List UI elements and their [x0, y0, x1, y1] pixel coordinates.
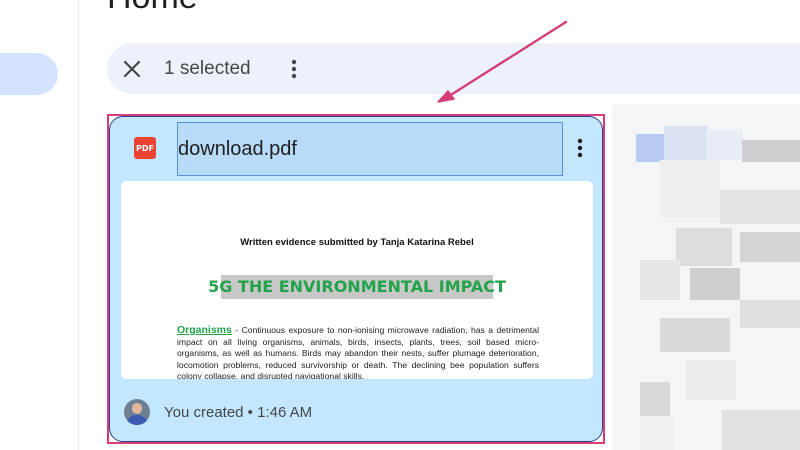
selection-more-actions-button[interactable]: [278, 53, 310, 85]
file-card[interactable]: PDF download.pdf Written evidence submit…: [109, 116, 603, 442]
more-vert-icon: [291, 59, 297, 79]
owner-timestamp: You created • 1:46 AM: [164, 403, 313, 421]
selected-count: 1 selected: [164, 58, 251, 79]
document-body: Organisms - Continuous exposure to non-i…: [177, 324, 539, 379]
avatar-icon: [124, 399, 150, 425]
file-name[interactable]: download.pdf: [178, 138, 297, 161]
sidebar-divider: [78, 0, 79, 450]
owner-row: You created • 1:46 AM: [124, 399, 312, 425]
document-keyword: Organisms: [177, 324, 232, 336]
close-icon: [123, 60, 141, 78]
file-preview[interactable]: Written evidence submitted by Tanja Kata…: [121, 181, 593, 379]
document-heading: Written evidence submitted by Tanja Kata…: [240, 237, 474, 248]
more-vert-icon: [577, 138, 583, 158]
pdf-icon: PDF: [134, 137, 156, 159]
sidebar-item-active[interactable]: [0, 53, 58, 95]
clear-selection-button[interactable]: [116, 53, 148, 85]
page-title: Home: [107, 0, 198, 17]
document-body-text: - Continuous exposure to non-ionising mi…: [177, 325, 539, 379]
file-more-actions-button[interactable]: [566, 134, 594, 162]
document-title: 5G THE ENVIRONMENTAL IMPACT: [208, 277, 506, 296]
